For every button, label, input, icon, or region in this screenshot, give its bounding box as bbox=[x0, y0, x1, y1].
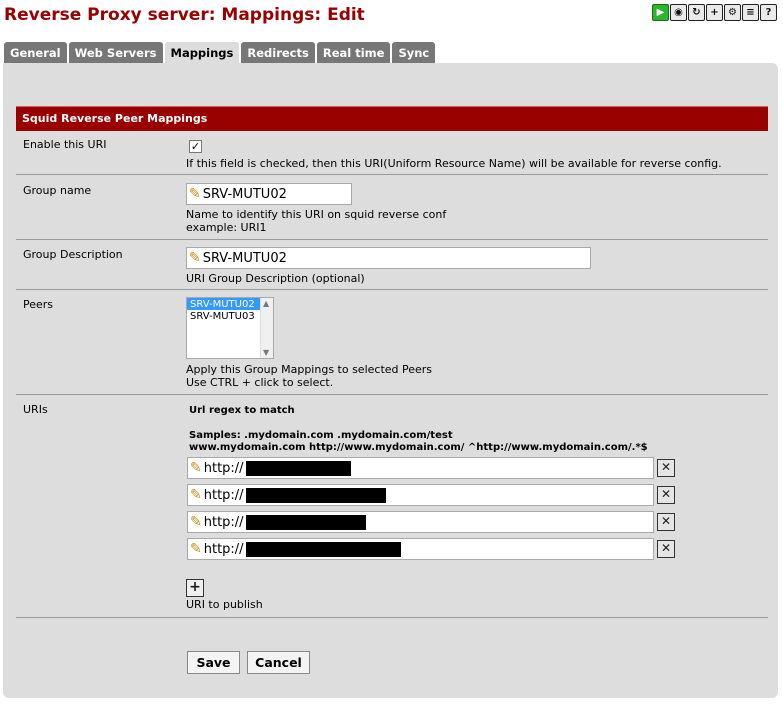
uri-input[interactable]: ✎ http:// bbox=[187, 511, 654, 533]
save-button[interactable]: Save bbox=[187, 651, 240, 674]
enable-uri-checkbox[interactable]: ✓ bbox=[189, 140, 202, 153]
help-icon[interactable]: ? bbox=[760, 4, 777, 21]
pencil-icon: ✎ bbox=[190, 514, 202, 530]
divider bbox=[16, 394, 768, 395]
delete-row-icon[interactable]: ✕ bbox=[657, 513, 675, 531]
log-icon[interactable]: ◉ bbox=[670, 4, 687, 21]
delete-row-icon[interactable]: ✕ bbox=[657, 459, 675, 477]
group-description-input[interactable]: ✎ SRV-MUTU02 bbox=[186, 247, 591, 269]
group-description-value: SRV-MUTU02 bbox=[202, 250, 287, 266]
divider bbox=[16, 289, 768, 290]
play-icon[interactable]: ▶ bbox=[652, 4, 669, 21]
uris-samples-line2: www.mydomain.com http://www.mydomain.com… bbox=[189, 442, 648, 453]
uris-heading: Url regex to match bbox=[189, 405, 295, 416]
peers-ctrl-help: Use CTRL + click to select. bbox=[186, 376, 334, 389]
uri-prefix: http:// bbox=[203, 514, 244, 530]
section-header: Squid Reverse Peer Mappings bbox=[16, 106, 768, 131]
redacted-block bbox=[245, 460, 351, 476]
content-panel: Squid Reverse Peer Mappings Enable this … bbox=[3, 63, 778, 698]
uri-input[interactable]: ✎ http:// bbox=[187, 457, 654, 479]
notes-icon[interactable]: ≡ bbox=[742, 4, 759, 21]
group-name-label: Group name bbox=[23, 184, 92, 197]
scroll-up-icon[interactable]: ▲ bbox=[263, 299, 269, 308]
settings-icon[interactable]: ⚙ bbox=[724, 4, 741, 21]
uri-publish-label: URI to publish bbox=[186, 598, 263, 611]
tab-bar: General Web Servers Mappings Redirects R… bbox=[4, 42, 436, 64]
divider bbox=[16, 174, 768, 175]
add-row-icon[interactable]: + bbox=[186, 579, 204, 597]
redacted-block bbox=[245, 514, 366, 530]
pencil-icon: ✎ bbox=[190, 460, 202, 476]
tab-web-servers[interactable]: Web Servers bbox=[68, 42, 163, 63]
group-name-help: Name to identify this URI on squid rever… bbox=[186, 208, 447, 221]
uris-label: URIs bbox=[23, 403, 48, 416]
uri-prefix: http:// bbox=[203, 460, 244, 476]
group-description-label: Group Description bbox=[23, 248, 123, 261]
enable-uri-help: If this field is checked, then this URI(… bbox=[186, 157, 722, 170]
scroll-down-icon[interactable]: ▼ bbox=[263, 348, 269, 357]
group-name-value: SRV-MUTU02 bbox=[202, 186, 287, 202]
uri-input[interactable]: ✎ http:// bbox=[187, 538, 654, 560]
tab-redirects[interactable]: Redirects bbox=[241, 42, 315, 63]
tab-general[interactable]: General bbox=[4, 42, 67, 63]
restart-icon[interactable]: ↻ bbox=[688, 4, 705, 21]
group-description-help: URI Group Description (optional) bbox=[186, 272, 365, 285]
uri-input[interactable]: ✎ http:// bbox=[187, 484, 654, 506]
peers-help: Apply this Group Mappings to selected Pe… bbox=[186, 363, 433, 376]
toolbar: ▶ ◉ ↻ + ⚙ ≡ ? bbox=[652, 4, 777, 21]
page-title: Reverse Proxy server: Mappings: Edit bbox=[4, 5, 365, 25]
uri-prefix: http:// bbox=[203, 541, 244, 557]
cancel-button[interactable]: Cancel bbox=[247, 651, 310, 674]
divider bbox=[16, 239, 768, 240]
enable-uri-label: Enable this URI bbox=[23, 138, 107, 151]
listbox-scrollbar[interactable]: ▲ ▼ bbox=[260, 298, 273, 358]
delete-row-icon[interactable]: ✕ bbox=[657, 486, 675, 504]
peers-label: Peers bbox=[23, 298, 54, 311]
delete-row-icon[interactable]: ✕ bbox=[657, 540, 675, 558]
redacted-block bbox=[245, 487, 386, 503]
uri-prefix: http:// bbox=[203, 487, 244, 503]
tab-mappings[interactable]: Mappings bbox=[164, 42, 240, 64]
group-name-example: example: URI1 bbox=[186, 221, 267, 234]
redacted-block bbox=[245, 541, 401, 557]
uris-samples-line1: Samples: .mydomain.com .mydomain.com/tes… bbox=[189, 430, 453, 441]
tab-sync[interactable]: Sync bbox=[392, 42, 436, 63]
add-icon[interactable]: + bbox=[706, 4, 723, 21]
pencil-icon: ✎ bbox=[189, 250, 201, 266]
pencil-icon: ✎ bbox=[190, 541, 202, 557]
pencil-icon: ✎ bbox=[190, 487, 202, 503]
group-name-input[interactable]: ✎ SRV-MUTU02 bbox=[186, 183, 352, 205]
pencil-icon: ✎ bbox=[189, 186, 201, 202]
divider bbox=[16, 617, 768, 618]
peers-listbox[interactable]: SRV-MUTU02 SRV-MUTU03 ▲ ▼ bbox=[186, 297, 274, 359]
tab-real-time[interactable]: Real time bbox=[316, 42, 391, 63]
